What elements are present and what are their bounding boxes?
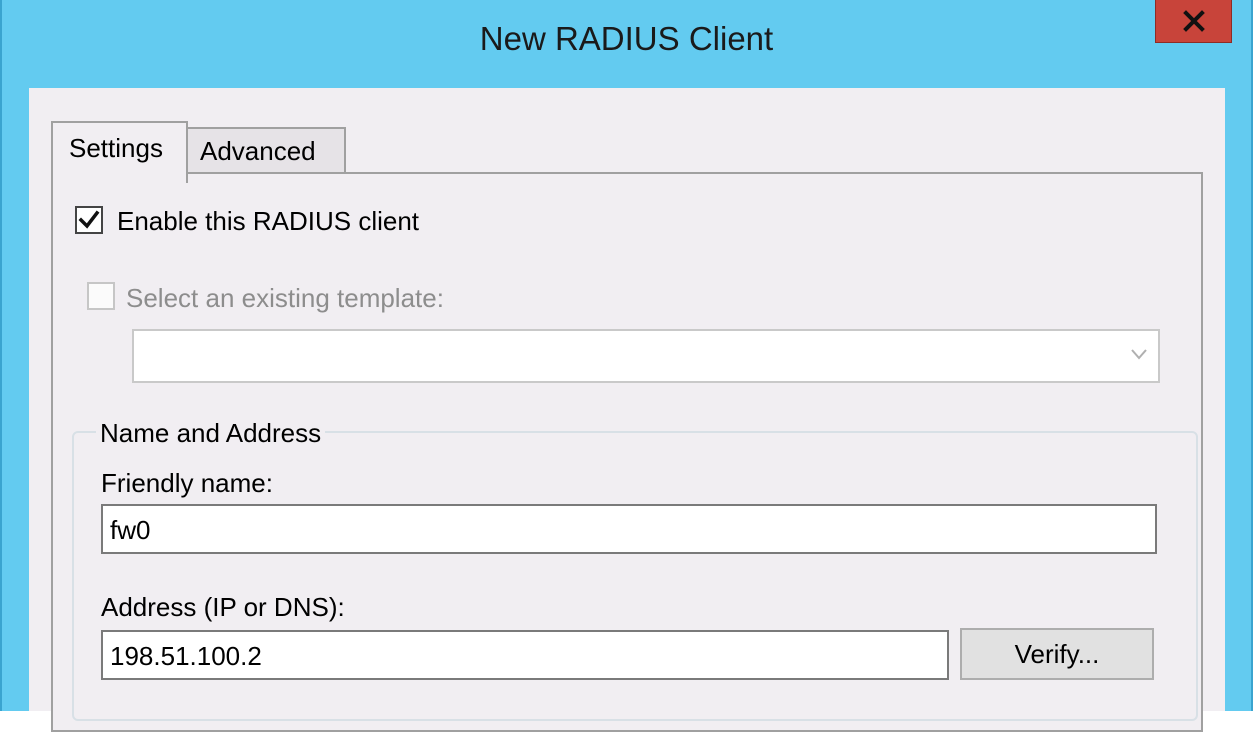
template-dropdown[interactable] bbox=[132, 329, 1160, 383]
dialog-body: Settings Advanced Enable this RADIUS cli… bbox=[29, 88, 1225, 732]
tab-advanced[interactable]: Advanced bbox=[188, 127, 346, 174]
title-bar[interactable]: New RADIUS Client bbox=[2, 0, 1251, 88]
checkmark-icon bbox=[78, 209, 100, 236]
close-button[interactable] bbox=[1155, 0, 1232, 43]
dialog-window: New RADIUS Client Settings Advanced Enab… bbox=[0, 0, 1253, 732]
template-checkbox[interactable] bbox=[87, 282, 115, 310]
chevron-down-icon bbox=[1130, 347, 1148, 366]
close-icon bbox=[1182, 10, 1205, 32]
friendly-name-input[interactable]: fw0 bbox=[101, 504, 1157, 554]
address-input[interactable]: 198.51.100.2 bbox=[101, 630, 949, 680]
enable-client-label: Enable this RADIUS client bbox=[117, 206, 420, 236]
address-label: Address (IP or DNS): bbox=[101, 592, 345, 622]
enable-client-checkbox[interactable] bbox=[75, 206, 103, 234]
window-title: New RADIUS Client bbox=[479, 20, 774, 57]
verify-button[interactable]: Verify... bbox=[960, 628, 1154, 680]
name-address-title: Name and Address bbox=[96, 418, 326, 449]
tab-settings[interactable]: Settings bbox=[51, 121, 188, 183]
friendly-name-label: Friendly name: bbox=[101, 468, 273, 498]
template-label: Select an existing template: bbox=[126, 283, 444, 313]
